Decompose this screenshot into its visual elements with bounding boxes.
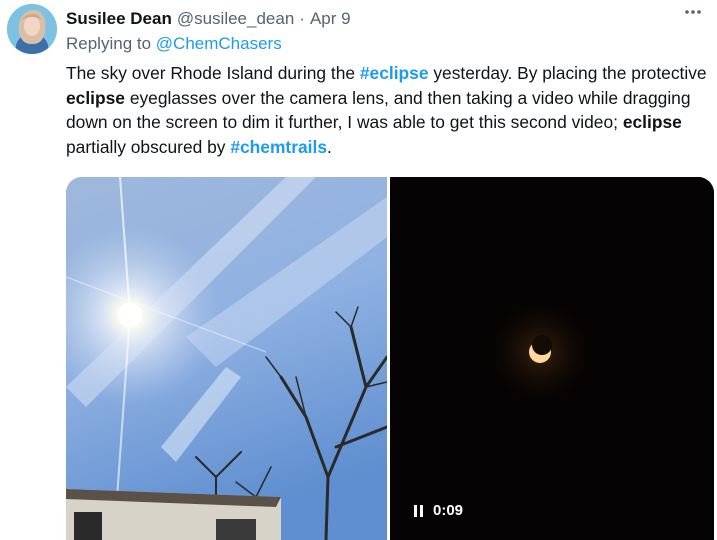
author-name[interactable]: Susilee Dean [66,9,172,29]
replying-to: Replying to @ChemChasers [66,34,282,54]
sky-photo[interactable] [66,177,387,540]
bold-keyword: eclipse [622,112,682,132]
header-separator: · [299,9,305,28]
tweet-text-segment: eyeglasses over the camera lens, and the… [66,87,691,133]
author-handle[interactable]: @susilee_dean [177,9,294,29]
bold-keyword: eclipse [66,87,125,108]
avatar-image [7,4,57,54]
tweet-header: Susilee Dean @susilee_dean · Apr 9 [66,7,717,31]
tweet-text-segment: partially obscured by [66,136,231,157]
reply-mention-link[interactable]: @ChemChasers [156,34,282,53]
tweet-text-segment: The sky over Rhode Island during the [66,63,360,83]
replying-to-label: Replying to [66,34,152,53]
hashtag-link[interactable]: #chemtrails [230,137,327,157]
video-controls: 0:09 [414,502,463,519]
tweet-text-segment: . [327,136,332,157]
tweet-date[interactable]: Apr 9 [310,9,351,29]
hashtag-link[interactable]: #eclipse [360,63,429,83]
pause-icon[interactable] [414,504,423,517]
eclipse-video[interactable]: 0:09 [390,177,714,540]
user-avatar[interactable] [7,4,57,54]
tweet-text: The sky over Rhode Island during the #ec… [66,61,714,159]
video-timestamp: 0:09 [433,502,464,519]
more-options-icon[interactable] [681,0,705,24]
tweet-media: 0:09 [66,177,714,540]
tweet-text-segment: yesterday. By placing the protective [428,63,707,83]
